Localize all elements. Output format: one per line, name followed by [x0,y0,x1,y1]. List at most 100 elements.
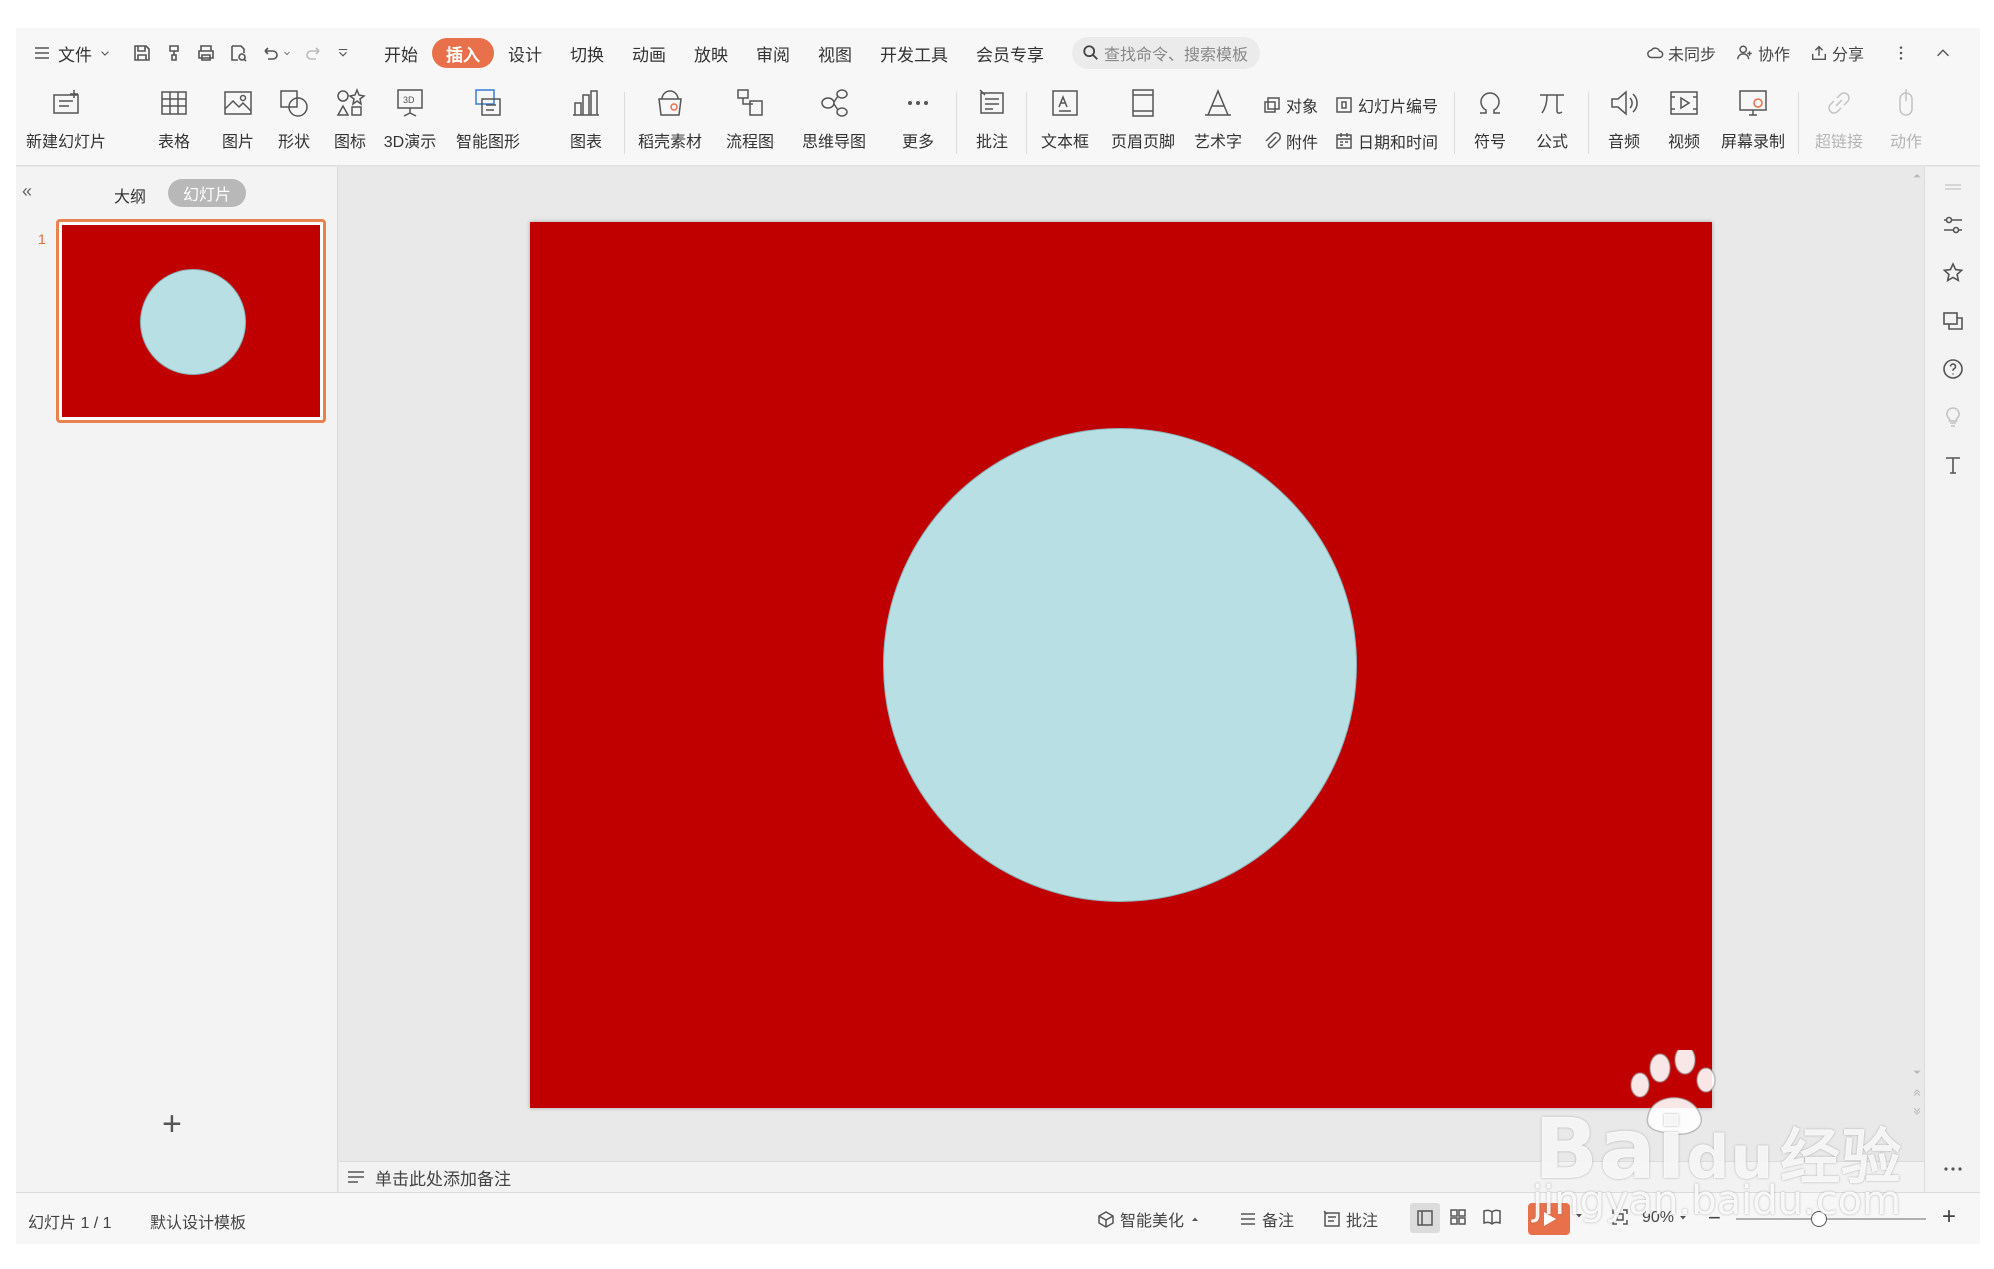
formula-button[interactable]: 公式 [1524,84,1580,162]
action-button[interactable]: 动作 [1878,84,1934,162]
more-button[interactable]: 更多 [890,84,946,162]
notes-toggle-button[interactable]: 备注 [1238,1207,1294,1231]
pane-grip [1941,175,1965,199]
transition-pane-button[interactable] [1941,309,1965,333]
animation-pane-button[interactable] [1941,261,1965,285]
share-button[interactable]: 分享 [1802,38,1872,68]
scroll-up-icon [1913,173,1921,178]
customize-toolbar-button[interactable] [330,38,356,68]
watermark-url: jingyan.baidu.com [1532,1178,1902,1224]
comment-button[interactable]: 批注 [964,84,1020,162]
redo-button[interactable] [298,38,330,68]
hamburger-icon [35,47,49,59]
slide-canvas[interactable] [530,222,1712,1108]
svg-text:3D: 3D [403,95,415,105]
undo-button[interactable] [254,38,298,68]
share-icon [1811,45,1827,61]
print-icon [198,45,214,61]
reading-view-button[interactable] [1482,1207,1506,1227]
text-icon [1946,457,1960,474]
add-slide-button[interactable]: + [162,1107,182,1141]
audio-button[interactable]: 音频 [1596,84,1652,162]
book-icon [1483,1209,1501,1226]
mindmap-button[interactable]: 思维导图 [794,84,874,162]
chevron-down-icon [338,48,348,57]
more-pane-button[interactable] [1941,1157,1965,1181]
symbol-button[interactable]: 符号 [1462,84,1518,162]
collab-button[interactable]: 协作 [1728,38,1798,68]
icon-label: 图标 [333,134,366,151]
lightbulb-icon [1946,407,1960,427]
tab-slides[interactable]: 幻灯片 [168,179,246,207]
3d-demo-button[interactable]: 3D 3D演示 [378,84,442,162]
header-footer-button[interactable]: 页眉页脚 [1106,84,1180,162]
tab-home[interactable]: 开始 [370,38,432,68]
tab-outline[interactable]: 大纲 [114,183,146,207]
help-button[interactable] [1941,357,1965,381]
tab-view[interactable]: 视图 [804,38,866,68]
search-icon [1083,45,1098,60]
new-slide-button[interactable]: 新建幻灯片 [26,84,106,162]
properties-button[interactable] [1941,213,1965,237]
format-painter-button[interactable] [158,38,190,68]
video-label: 视频 [1667,134,1700,151]
save-icon [134,45,150,61]
calendar-icon [1336,133,1352,149]
vertical-scrollbar[interactable] [1910,167,1924,1161]
screen-record-button[interactable]: 屏幕录制 [1716,84,1790,162]
icon-button[interactable]: 图标 [322,84,378,162]
text-format-button[interactable] [1941,453,1965,477]
smart-beautify-button[interactable]: 智能美化 [1096,1207,1204,1231]
hyperlink-button[interactable]: 超链接 [1806,84,1872,162]
smartart-icon [471,86,505,120]
more-options-button[interactable] [1884,38,1922,68]
table-button[interactable]: 表格 [146,84,202,162]
header-footer-label: 页眉页脚 [1110,134,1175,151]
shape-button[interactable]: 形状 [266,84,322,162]
attachment-button[interactable]: 附件 [1262,128,1318,154]
tab-slideshow[interactable]: 放映 [680,38,742,68]
circle-shape[interactable] [883,428,1357,902]
tab-developer[interactable]: 开发工具 [866,38,962,68]
attachment-label: 附件 [1286,135,1319,152]
sync-button[interactable]: 未同步 [1638,38,1724,68]
textbox-button[interactable]: 文本框 [1032,84,1098,162]
normal-view-button[interactable] [1410,1203,1440,1233]
wordart-button[interactable]: 艺术字 [1186,84,1250,162]
tab-transitions[interactable]: 切换 [556,38,618,68]
zoom-in-button[interactable]: + [1942,1203,1956,1231]
comment-toggle-button[interactable]: 批注 [1322,1207,1378,1231]
date-time-button[interactable]: 日期和时间 [1334,128,1438,154]
flowchart-button[interactable]: 流程图 [718,84,782,162]
slide-thumbnail-background [62,225,320,417]
print-preview-button[interactable] [222,38,254,68]
tab-design[interactable]: 设计 [494,38,556,68]
slide-sorter-button[interactable] [1448,1207,1472,1227]
ribbon-separator [1454,92,1455,154]
tab-review[interactable]: 审阅 [742,38,804,68]
search-box[interactable]: 查找命令、搜索模板 [1072,37,1260,69]
slide-number-button[interactable]: 幻灯片编号 [1334,92,1438,118]
object-button[interactable]: 对象 [1262,92,1318,118]
file-menu-button[interactable]: 文件 [22,38,122,68]
print-button[interactable] [190,38,222,68]
tab-member[interactable]: 会员专享 [962,38,1058,68]
tips-button[interactable] [1941,405,1965,429]
smartart-label: 智能图形 [455,134,520,151]
smartart-button[interactable]: 智能图形 [446,84,530,162]
file-menu-label: 文件 [58,45,92,65]
docer-material-button[interactable]: 稻壳素材 [634,84,706,162]
chevron-up-icon [1192,1217,1199,1221]
tab-animations[interactable]: 动画 [618,38,680,68]
picture-label: 图片 [221,134,254,151]
picture-button[interactable]: 图片 [210,84,266,162]
template-name[interactable]: 默认设计模板 [150,1209,246,1233]
save-button[interactable] [126,38,158,68]
video-button[interactable]: 视频 [1656,84,1712,162]
chart-button[interactable]: 图表 [558,84,614,162]
collapse-ribbon-button[interactable] [1926,38,1964,68]
textbox-icon [1048,86,1082,120]
tab-insert[interactable]: 插入 [432,38,494,68]
slide-thumbnail[interactable] [56,219,326,423]
collapse-panel-button[interactable]: « [22,181,32,202]
